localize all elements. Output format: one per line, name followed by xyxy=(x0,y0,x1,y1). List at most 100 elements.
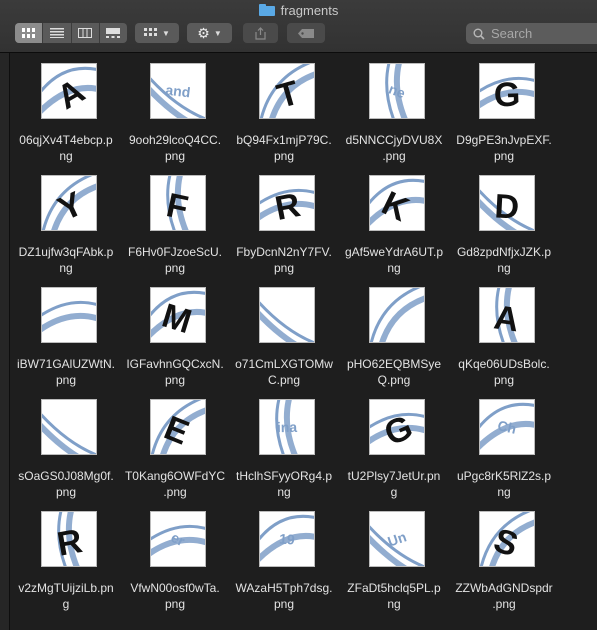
file-name-line2: png xyxy=(55,373,77,387)
view-mode-control xyxy=(15,23,127,43)
file-name-line2: png xyxy=(273,261,295,275)
file-thumbnail: G xyxy=(479,63,535,119)
file-item[interactable]: KgAf5weYdrA6UT.p ng xyxy=(338,165,450,277)
file-name: 06qjXv4T4ebcp.p ng xyxy=(10,132,122,164)
file-item[interactable]: S ZZWbAdGNDspdr .png xyxy=(448,501,560,613)
file-name-line1: F6Hv0FJzoeScU. xyxy=(127,245,223,259)
file-name: pHO62EQBMSye Q.png xyxy=(338,356,450,388)
svg-text:Un: Un xyxy=(386,528,409,549)
file-name-line1: T0Kang6OWFdYC xyxy=(124,469,226,483)
file-item[interactable]: GtU2Plsy7JetUr.pn g xyxy=(338,389,450,501)
file-item[interactable]: R FbyDcnN2nY7FV. png xyxy=(228,165,340,277)
window-title: fragments xyxy=(0,2,597,18)
group-by-button[interactable]: ▼ xyxy=(135,23,179,43)
icon-view-button[interactable] xyxy=(15,23,44,43)
file-name-line1: ZZWbAdGNDspdr xyxy=(455,581,553,595)
tag-icon xyxy=(298,28,314,38)
file-name-line2: ng xyxy=(497,261,511,275)
file-name: iBW71GAlUZWtN. png xyxy=(10,356,122,388)
file-item[interactable]: er VfwN00osf0wTa. png xyxy=(119,501,231,613)
svg-text:ina: ina xyxy=(277,419,298,435)
file-name: IGFavhnGQCxcN. png xyxy=(119,356,231,388)
file-name-line1: o71CmLXGTOMw xyxy=(235,357,333,371)
file-name-line1: 9ooh29lcoQ4CC. xyxy=(128,133,222,147)
file-name-line2: ng xyxy=(59,261,73,275)
file-item[interactable]: ne d5NNCCjyDVU8X .png xyxy=(338,53,450,165)
file-name: Gd8zpdNfjxJZK.p ng xyxy=(448,244,560,276)
file-name-line2: .png xyxy=(492,597,516,611)
column-view-button[interactable] xyxy=(72,23,100,43)
file-name-line1: DZ1ujfw3qFAbk.p xyxy=(18,245,114,259)
file-item[interactable]: and 9ooh29lcoQ4CC. png xyxy=(119,53,231,165)
file-item[interactable]: Ch uPgc8rK5RlZ2s.p ng xyxy=(448,389,560,501)
file-item[interactable]: iBW71GAlUZWtN. png xyxy=(10,277,122,389)
file-name: DZ1ujfw3qFAbk.p ng xyxy=(10,244,122,276)
search-field[interactable]: Search xyxy=(466,23,597,44)
file-thumbnail: A xyxy=(479,287,535,343)
tags-button[interactable] xyxy=(287,23,325,43)
sidebar-edge xyxy=(0,53,10,630)
file-name-line2: ng xyxy=(387,261,401,275)
file-item[interactable]: Rv2zMgTUijziLb.pn g xyxy=(10,501,122,613)
file-item[interactable]: D Gd8zpdNfjxJZK.p ng xyxy=(448,165,560,277)
file-item[interactable]: o71CmLXGTOMw C.png xyxy=(228,277,340,389)
file-item[interactable]: E T0Kang6OWFdYC .png xyxy=(119,389,231,501)
file-item[interactable]: Y DZ1ujfw3qFAbk.p ng xyxy=(10,165,122,277)
file-name-line2: png xyxy=(493,373,515,387)
file-item[interactable]: pHO62EQBMSye Q.png xyxy=(338,277,450,389)
file-name-line2: png xyxy=(273,597,295,611)
svg-text:R: R xyxy=(54,522,85,564)
file-item[interactable]: sOaGS0J08Mg0f. png xyxy=(10,389,122,501)
file-name: qKqe06UDsBolc. png xyxy=(448,356,560,388)
file-name-line2: C.png xyxy=(267,373,301,387)
svg-text:E: E xyxy=(159,409,194,453)
file-thumbnail: F xyxy=(150,175,206,231)
file-name-line2: png xyxy=(55,485,77,499)
file-name-line2: png xyxy=(493,149,515,163)
file-name-line1: bQ94Fx1mjP79C. xyxy=(236,133,332,147)
file-thumbnail: A xyxy=(41,63,97,119)
svg-text:G: G xyxy=(493,76,521,115)
action-menu-button[interactable]: ⚙ ▼ xyxy=(187,23,232,43)
file-thumbnail: R xyxy=(41,511,97,567)
file-name: ZZWbAdGNDspdr .png xyxy=(448,580,560,612)
file-item[interactable]: TbQ94Fx1mjP79C. png xyxy=(228,53,340,165)
window-toolbar: fragments ▼ ⚙ ▼ Search xyxy=(0,0,597,53)
share-button[interactable] xyxy=(243,23,278,43)
file-item[interactable]: 19 WAzaH5Tph7dsg. png xyxy=(228,501,340,613)
gallery-view-button[interactable] xyxy=(100,23,127,43)
file-item[interactable]: F F6Hv0FJzoeScU. png xyxy=(119,165,231,277)
file-name-line2: ng xyxy=(497,485,511,499)
file-thumbnail: er xyxy=(150,511,206,567)
file-item[interactable]: A 06qjXv4T4ebcp.p ng xyxy=(10,53,122,165)
file-item[interactable]: ina tHclhSFyyORg4.p ng xyxy=(228,389,340,501)
file-name: o71CmLXGTOMw C.png xyxy=(228,356,340,388)
file-item[interactable]: M IGFavhnGQCxcN. png xyxy=(119,277,231,389)
file-thumbnail: Un xyxy=(369,511,425,567)
svg-text:S: S xyxy=(489,521,522,564)
file-thumbnail: M xyxy=(150,287,206,343)
file-thumbnail: R xyxy=(259,175,315,231)
file-name-line2: g xyxy=(62,597,70,611)
file-thumbnail: Y xyxy=(41,175,97,231)
file-icon-grid: A 06qjXv4T4ebcp.p ng and 9ooh29lcoQ4CC. png Tb… xyxy=(10,53,597,630)
file-name-line1: iBW71GAlUZWtN. xyxy=(16,357,115,371)
file-item[interactable]: AqKqe06UDsBolc. png xyxy=(448,277,560,389)
file-thumbnail: D xyxy=(479,175,535,231)
file-item[interactable]: G D9gPE3nJvpEXF. png xyxy=(448,53,560,165)
file-thumbnail: T xyxy=(259,63,315,119)
search-icon xyxy=(473,28,485,40)
file-thumbnail: S xyxy=(479,511,535,567)
file-name: sOaGS0J08Mg0f. png xyxy=(10,468,122,500)
file-thumbnail: ina xyxy=(259,399,315,455)
list-view-button[interactable] xyxy=(43,23,72,43)
file-name: WAzaH5Tph7dsg. png xyxy=(228,580,340,612)
file-name: F6Hv0FJzoeScU. png xyxy=(119,244,231,276)
search-placeholder: Search xyxy=(491,26,533,41)
file-name-line1: qKqe06UDsBolc. xyxy=(458,357,550,371)
file-name: v2zMgTUijziLb.pn g xyxy=(10,580,122,612)
file-item[interactable]: Un ZFaDt5hclq5PL.p ng xyxy=(338,501,450,613)
file-name: D9gPE3nJvpEXF. png xyxy=(448,132,560,164)
file-thumbnail: Ch xyxy=(479,399,535,455)
group-grid-icon xyxy=(144,28,158,36)
